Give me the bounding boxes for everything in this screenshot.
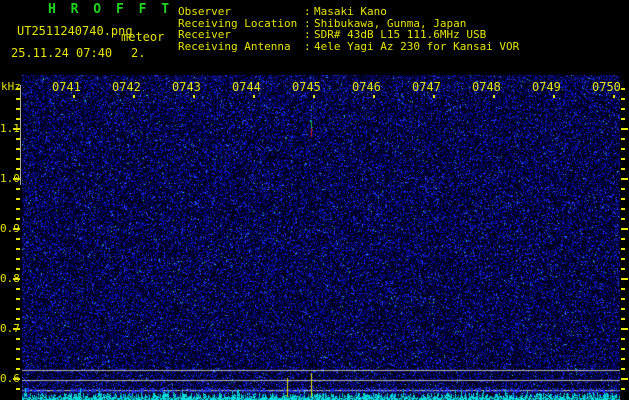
info-row-receiver: Receiver: SDR# 43dB L15 111.6MHz USB [178,29,519,41]
time-label: 0741 [52,81,81,93]
colon: : [304,6,314,18]
time-label: 0743 [172,81,201,93]
freq-tick-right [621,88,625,90]
freq-tick-left [13,278,20,280]
minute-tick [433,95,435,98]
freq-tick-right [621,278,628,280]
freq-tick-right [621,188,625,190]
freq-tick-right [621,288,625,290]
freq-tick-right [621,328,628,330]
freq-tick-right [621,198,625,200]
freq-tick-left [16,238,20,240]
info-value: 4ele Yagi Az 230 for Kansai VOR [314,41,519,53]
info-value: SDR# 43dB L15 111.6MHz USB [314,29,486,41]
freq-tick-right [621,348,625,350]
freq-tick-right [621,168,625,170]
info-label: Receiving Antenna [178,41,304,53]
colon: : [304,29,314,41]
minute-tick [133,95,135,98]
info-label: Observer [178,6,304,18]
app-title: H R O F F T [48,3,173,16]
freq-tick-right [621,338,625,340]
freq-tick-right [621,248,625,250]
freq-tick-left [16,358,20,360]
colon: : [304,41,314,53]
freq-tick-right [621,208,625,210]
y-axis-line [20,85,21,185]
info-row-observer: Observer: Masaki Kano [178,6,519,18]
time-label: 0746 [352,81,381,93]
freq-tick-left [16,258,20,260]
freq-tick-left [13,328,20,330]
freq-tick-left [16,218,20,220]
freq-tick-left [16,338,20,340]
freq-tick-left [16,288,20,290]
time-label: 0745 [292,81,321,93]
meteor-label: meteor [121,31,164,44]
minute-tick [73,95,75,98]
freq-tick-right [621,98,625,100]
time-label: 0744 [232,81,261,93]
freq-tick-right [621,238,625,240]
hrofft-spectrogram-screenshot: H R O F F T UT2511240740.png meteor 25.1… [0,0,629,400]
echo-count: 2. [131,47,145,60]
freq-tick-left [16,248,20,250]
observation-datetime: 25.11.24 07:40 [11,47,112,60]
freq-tick-right [621,298,625,300]
freq-tick-right [621,268,625,270]
info-label: Receiver [178,29,304,41]
info-row-antenna: Receiving Antenna:4ele Yagi Az 230 for K… [178,41,519,53]
freq-tick-right [621,138,625,140]
minute-tick [313,95,315,98]
freq-tick-left [16,318,20,320]
freq-tick-right [621,388,625,390]
output-filename: UT2511240740.png [17,25,133,38]
freq-tick-right [621,118,625,120]
minute-tick [553,95,555,98]
freq-tick-right [621,358,625,360]
freq-tick-left [16,298,20,300]
time-label: 0742 [112,81,141,93]
freq-tick-left [16,198,20,200]
freq-tick-left [13,178,20,180]
freq-tick-right [621,178,628,180]
spectrogram-canvas [22,75,620,400]
minute-tick [613,95,615,98]
freq-tick-right [621,368,625,370]
y-axis-unit-label: kHz [1,80,21,93]
freq-tick-right [621,228,628,230]
freq-tick-left [16,308,20,310]
time-label: 0747 [412,81,441,93]
freq-tick-left [16,188,20,190]
freq-tick-right [621,148,625,150]
freq-tick-left [13,128,20,130]
station-info: Observer: Masaki Kano Receiving Location:… [178,6,519,52]
freq-tick-left [16,208,20,210]
freq-tick-left [13,228,20,230]
minute-tick [193,95,195,98]
freq-tick-right [621,378,628,380]
info-value: Masaki Kano [314,6,387,18]
minute-tick [493,95,495,98]
time-label: 0750 [592,81,621,93]
freq-tick-right [621,108,625,110]
time-label: 0748 [472,81,501,93]
freq-tick-left [16,348,20,350]
freq-tick-left [16,388,20,390]
freq-tick-right [621,158,625,160]
minute-tick [373,95,375,98]
freq-tick-right [621,218,625,220]
freq-tick-right [621,318,625,320]
freq-tick-left [16,268,20,270]
minute-tick [253,95,255,98]
freq-tick-right [621,258,625,260]
time-label: 0749 [532,81,561,93]
freq-tick-left [16,368,20,370]
freq-tick-right [621,128,628,130]
freq-tick-left [13,378,20,380]
freq-tick-right [621,308,625,310]
